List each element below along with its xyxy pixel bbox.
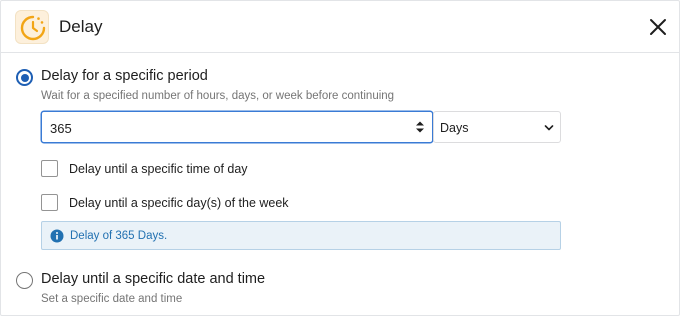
panel-title: Delay <box>59 17 103 36</box>
delay-unit-select[interactable]: Days <box>433 111 561 143</box>
delay-amount-input[interactable]: 365 <box>41 111 433 143</box>
delay-summary-text: Delay of 365 Days. <box>70 230 168 242</box>
info-icon <box>50 229 64 243</box>
chevron-down-icon <box>544 125 554 131</box>
delay-amount-value: 365 <box>50 121 72 136</box>
checkbox-time-of-day[interactable] <box>41 160 58 177</box>
option-specific-date-label[interactable]: Delay until a specific date and time <box>41 271 265 287</box>
radio-specific-date[interactable] <box>16 272 33 289</box>
checkbox-time-of-day-label[interactable]: Delay until a specific time of day <box>69 162 248 176</box>
option-specific-date-help: Set a specific date and time <box>41 293 183 305</box>
panel-header: Delay <box>1 1 680 53</box>
number-spinner-icon[interactable] <box>414 120 426 134</box>
checkbox-day-of-week-label[interactable]: Delay until a specific day(s) of the wee… <box>69 196 289 210</box>
clock-icon <box>20 15 46 41</box>
option-specific-period-help: Wait for a specified number of hours, da… <box>41 90 395 102</box>
delay-unit-value: Days <box>440 121 469 135</box>
option-specific-period-label[interactable]: Delay for a specific period <box>41 68 208 84</box>
radio-specific-period[interactable] <box>16 69 33 86</box>
close-icon <box>650 19 666 35</box>
checkbox-day-of-week[interactable] <box>41 194 58 211</box>
delay-panel: Delay Delay for a specific period Wait f… <box>0 0 680 316</box>
delay-app-icon <box>15 10 49 44</box>
delay-summary-notice: Delay of 365 Days. <box>41 221 561 250</box>
close-button[interactable] <box>645 14 671 40</box>
